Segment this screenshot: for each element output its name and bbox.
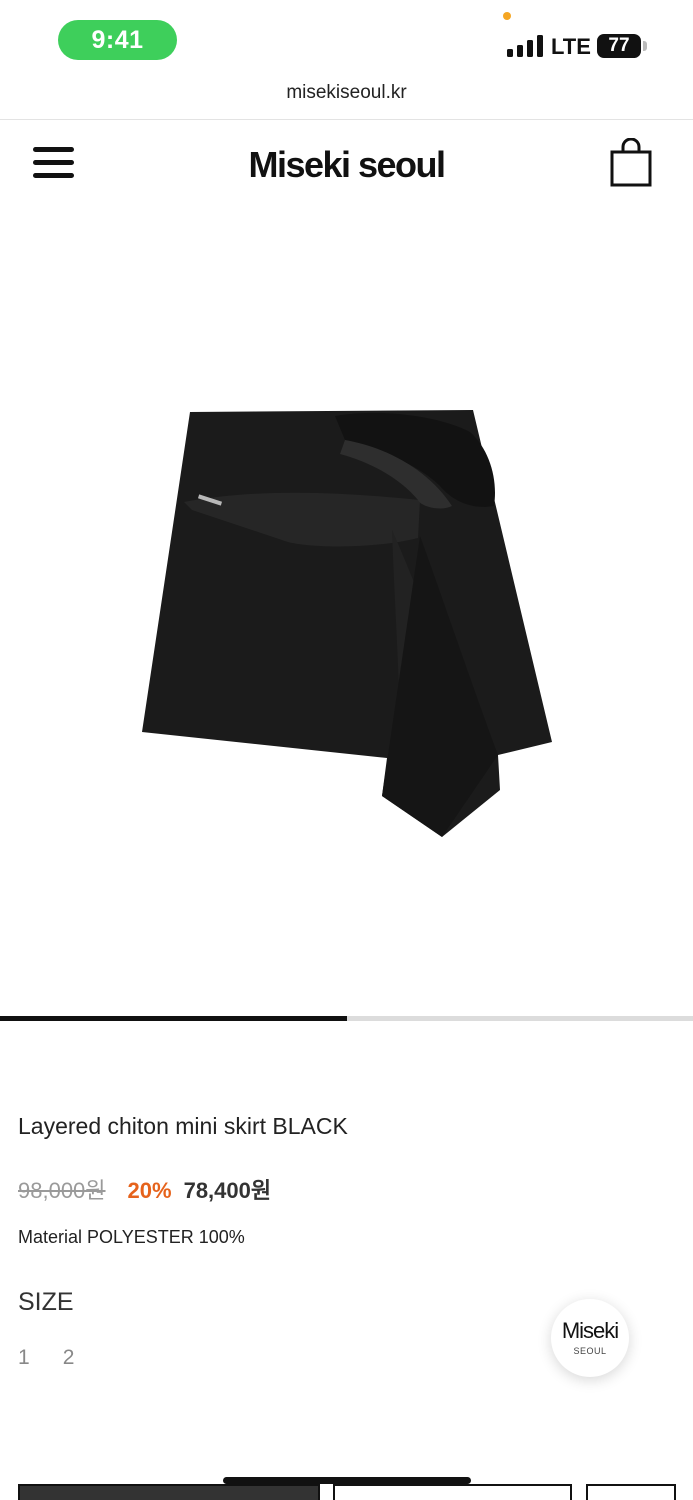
floating-brand-name: Miseki bbox=[561, 1318, 619, 1343]
size-options: 1 2 bbox=[18, 1346, 107, 1370]
floating-brand-button[interactable]: Miseki SEOUL bbox=[551, 1299, 629, 1377]
product-image[interactable] bbox=[0, 210, 693, 1010]
sale-price: 78,400원 bbox=[183, 1178, 272, 1203]
bottom-secondary-button[interactable] bbox=[333, 1484, 572, 1500]
network-type: LTE bbox=[551, 34, 591, 59]
discount-rate: 20% bbox=[127, 1178, 172, 1203]
price-row: 98,000원 20% 78,400원 bbox=[18, 1173, 271, 1205]
material-info: Material POLYESTER 100% bbox=[18, 1227, 245, 1247]
gallery-progress bbox=[0, 1016, 693, 1021]
gallery-progress-fill bbox=[0, 1016, 347, 1021]
battery-tip bbox=[643, 41, 647, 51]
brand-logo[interactable]: Miseki seoul bbox=[0, 144, 693, 186]
privacy-indicator-dot bbox=[503, 12, 511, 20]
menu-icon[interactable] bbox=[33, 147, 74, 179]
status-time[interactable]: 9:41 bbox=[58, 20, 177, 60]
original-price: 98,000원 bbox=[18, 1178, 106, 1203]
battery-level: 77 bbox=[608, 35, 630, 56]
floating-brand-sub: SEOUL bbox=[573, 1346, 607, 1356]
product-title: Layered chiton mini skirt BLACK bbox=[18, 1113, 348, 1139]
signal-icon bbox=[507, 35, 543, 57]
site-header: Miseki seoul bbox=[0, 120, 693, 210]
size-option-2[interactable]: 2 bbox=[63, 1346, 75, 1370]
size-option-1[interactable]: 1 bbox=[18, 1346, 30, 1370]
shopping-bag-icon[interactable] bbox=[608, 137, 654, 188]
home-indicator bbox=[223, 1477, 471, 1484]
status-bar: 9:41 LTE 77 bbox=[0, 0, 693, 78]
bottom-tertiary-button[interactable] bbox=[586, 1484, 676, 1500]
bottom-primary-button[interactable] bbox=[18, 1484, 320, 1500]
battery-icon: 77 bbox=[597, 34, 641, 58]
size-heading: SIZE bbox=[18, 1288, 74, 1316]
address-bar-url[interactable]: misekiseoul.kr bbox=[0, 82, 693, 104]
